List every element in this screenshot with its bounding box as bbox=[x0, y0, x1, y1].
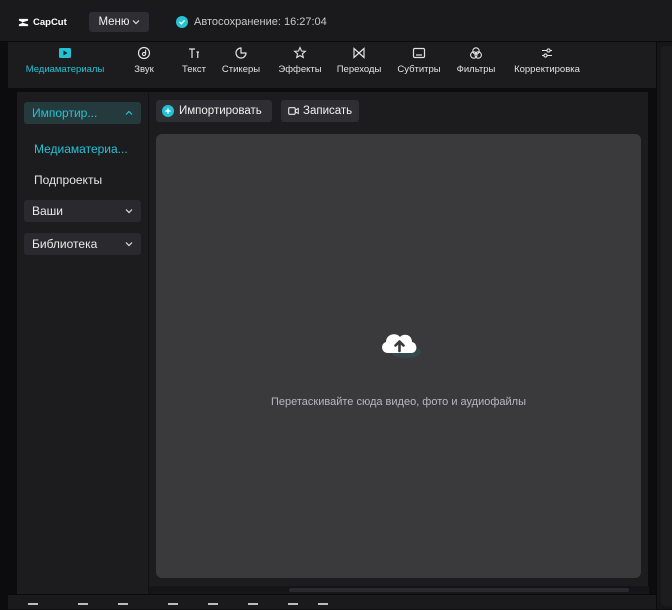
autosave-status: Автосохранение: 16:27:04 bbox=[176, 16, 327, 28]
tab-text[interactable]: Текст bbox=[179, 46, 209, 75]
sticker-icon bbox=[235, 47, 247, 59]
chevron-up-icon bbox=[125, 110, 133, 115]
tab-adjust[interactable]: Корректировка bbox=[508, 46, 586, 75]
logo-text: CapCut bbox=[33, 16, 67, 28]
sidebar-dropdown-label: Ваши bbox=[32, 204, 64, 218]
chevron-down-icon bbox=[125, 209, 133, 214]
sidebar-dropdown-label: Библиотека bbox=[32, 237, 98, 251]
chevron-down-icon bbox=[125, 242, 133, 247]
capcut-logo: CapCut bbox=[18, 15, 67, 29]
menu-label: Меню bbox=[98, 16, 130, 28]
import-label: Импортировать bbox=[179, 105, 262, 117]
check-circle-icon bbox=[176, 16, 188, 28]
tab-label: Медиаматериалы bbox=[25, 64, 105, 75]
media-play-icon bbox=[59, 48, 71, 58]
capcut-logo-icon bbox=[18, 18, 29, 26]
tab-label: Стикеры bbox=[221, 64, 261, 75]
effects-star-icon bbox=[293, 46, 307, 59]
bottom-toolbar bbox=[8, 594, 656, 609]
tab-label: Корректировка bbox=[514, 64, 580, 75]
filters-icon bbox=[470, 47, 482, 59]
tab-audio[interactable]: Звук bbox=[132, 46, 156, 75]
record-label: Записать bbox=[303, 105, 353, 117]
plus-circle-icon bbox=[162, 105, 174, 117]
media-panel: Импортировать Записать Перетаскивайте сю… bbox=[148, 92, 649, 594]
title-bar: CapCut Меню Автосохранение: 16:27:04 bbox=[0, 0, 672, 42]
text-icon bbox=[189, 48, 199, 58]
audio-disc-icon bbox=[137, 46, 151, 60]
dropzone[interactable]: Перетаскивайте сюда видео, фото и аудиоф… bbox=[156, 134, 641, 578]
chevron-down-icon bbox=[132, 20, 139, 25]
sidebar-import-section[interactable]: Импортир... bbox=[24, 102, 141, 124]
subtitles-icon bbox=[412, 47, 426, 59]
tab-transitions[interactable]: Переходы bbox=[331, 46, 387, 75]
sidebar-import-label: Импортир... bbox=[32, 106, 98, 120]
autosave-text: Автосохранение: 16:27:04 bbox=[194, 16, 327, 28]
camera-icon bbox=[288, 107, 299, 115]
sidebar-dropdown-library[interactable]: Библиотека bbox=[24, 233, 141, 255]
sidebar-dropdown-yours[interactable]: Ваши bbox=[24, 200, 141, 222]
sidebar-item-media[interactable]: Медиаматериа... bbox=[34, 142, 128, 156]
tab-label: Субтитры bbox=[397, 64, 441, 75]
tab-label: Эффекты bbox=[278, 64, 322, 75]
tab-stickers[interactable]: Стикеры bbox=[216, 46, 266, 75]
right-panel bbox=[661, 46, 672, 606]
tab-label: Звук bbox=[134, 64, 154, 75]
record-button[interactable]: Записать bbox=[281, 100, 359, 122]
sidebar-item-label: Подпроекты bbox=[34, 173, 103, 187]
tool-tabs: Медиаматериалы Звук Текст Стикеры Эффект… bbox=[8, 42, 656, 88]
tab-effects[interactable]: Эффекты bbox=[274, 46, 326, 75]
menu-button[interactable]: Меню bbox=[89, 12, 149, 32]
sidebar-item-subprojects[interactable]: Подпроекты bbox=[34, 173, 102, 187]
tab-label: Текст bbox=[182, 64, 206, 75]
scrollbar-thumb[interactable] bbox=[289, 588, 629, 592]
cloud-upload-icon bbox=[382, 334, 421, 358]
media-sidebar: Импортир... Медиаматериа... Подпроекты В… bbox=[17, 92, 148, 594]
tab-filters[interactable]: Фильтры bbox=[451, 46, 501, 75]
adjust-sliders-icon bbox=[542, 48, 552, 58]
sidebar-item-label: Медиаматериа... bbox=[34, 142, 128, 156]
transition-bowtie-icon bbox=[353, 47, 365, 59]
horizontal-scrollbar[interactable] bbox=[149, 586, 649, 594]
tab-subtitles[interactable]: Субтитры bbox=[394, 46, 444, 75]
import-button[interactable]: Импортировать bbox=[156, 100, 272, 122]
right-panel-edge bbox=[656, 42, 672, 609]
tab-label: Фильтры bbox=[456, 64, 496, 75]
tab-label: Переходы bbox=[336, 64, 382, 75]
dropzone-text: Перетаскивайте сюда видео, фото и аудиоф… bbox=[271, 396, 526, 408]
tab-media[interactable]: Медиаматериалы bbox=[8, 46, 122, 75]
